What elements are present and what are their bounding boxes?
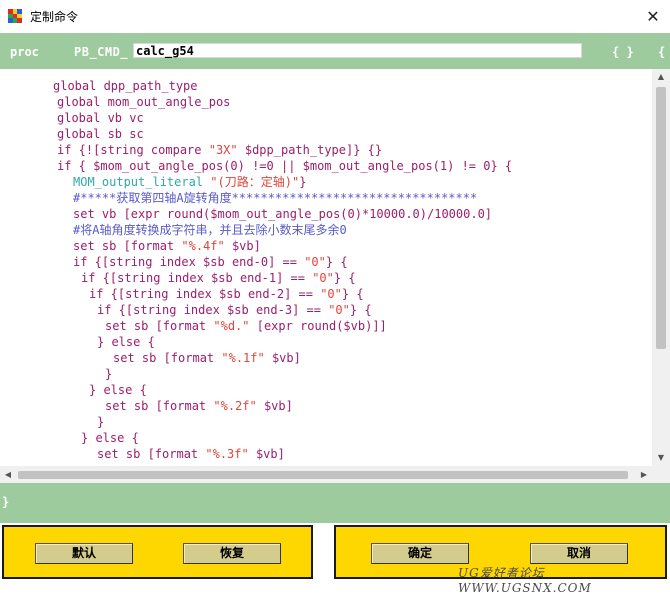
code-line[interactable]: MOM_output_literal "(刀路：定轴)"} <box>73 174 306 190</box>
code-line[interactable]: } else { <box>81 430 139 446</box>
code-token: set sb [format <box>73 239 182 253</box>
code-token: #将A轴角度转换成字符串，并且去除小数末尾多余0 <box>73 223 347 237</box>
command-name-input[interactable]: calc_g54 <box>133 43 582 58</box>
code-line[interactable]: set sb [format "%d." [expr round($vb)]] <box>105 318 387 334</box>
code-token: #*****获取第四轴A旋转角度************************… <box>73 191 478 205</box>
code-token: global sb sc <box>57 127 144 141</box>
code-token: $vb] <box>264 351 301 365</box>
code-token: global dpp_path_type <box>53 79 198 93</box>
code-token: global vb vc <box>57 111 144 125</box>
code-token: "%d." <box>213 319 250 333</box>
code-token: "%.2f" <box>213 399 257 413</box>
scrollbar-corner <box>652 466 670 483</box>
code-line[interactable]: global vb vc <box>57 110 144 126</box>
proc-body-open-brace: { <box>658 45 666 59</box>
code-token: "(刀路：定轴)" <box>210 175 300 189</box>
code-token: if {[string index $sb end-0] == <box>73 255 305 269</box>
code-line[interactable]: set sb [format "%.4f" $vb] <box>73 238 261 254</box>
proc-footer-bar: } <box>0 483 670 523</box>
code-token: } <box>299 175 307 189</box>
close-icon[interactable]: ✕ <box>636 3 670 30</box>
code-token: [expr round($vb)]] <box>249 319 387 333</box>
code-token: "%.4f" <box>181 239 225 253</box>
proc-prefix: PB_CMD_ <box>74 45 129 59</box>
code-line[interactable]: } else { <box>97 334 155 350</box>
code-line[interactable]: #将A轴角度转换成字符串，并且去除小数末尾多余0 <box>73 222 347 238</box>
scroll-right-icon[interactable]: ▶ <box>636 466 652 483</box>
code-line[interactable]: if {[string index $sb end-2] == "0"} { <box>89 286 364 302</box>
code-token: set sb [format <box>105 319 214 333</box>
scroll-left-icon[interactable]: ◀ <box>0 466 16 483</box>
cancel-button[interactable]: 取消 <box>530 543 628 564</box>
code-line[interactable]: set vb [expr round($mom_out_angle_pos(0)… <box>73 206 492 222</box>
code-line[interactable]: } <box>105 366 112 382</box>
code-token: } { <box>341 287 364 301</box>
code-token: set sb [format <box>113 351 222 365</box>
code-token: "0" <box>320 287 342 301</box>
code-line[interactable]: global sb sc <box>57 126 144 142</box>
code-token: } { <box>325 255 348 269</box>
code-token: "3X" <box>208 143 238 157</box>
code-token: "0" <box>328 303 350 317</box>
code-token: } { <box>349 303 372 317</box>
code-token: "0" <box>312 271 334 285</box>
code-line[interactable]: if {[string index $sb end-1] == "0"} { <box>81 270 356 286</box>
code-token: } else { <box>97 335 155 349</box>
code-editor[interactable]: global dpp_path_typeglobal mom_out_angle… <box>0 69 652 466</box>
code-token: $vb] <box>248 447 285 461</box>
code-line[interactable]: if {![string compare "3X" $dpp_path_type… <box>57 142 382 158</box>
code-line[interactable]: if {[string index $sb end-0] == "0"} { <box>73 254 348 270</box>
code-line[interactable]: global dpp_path_type <box>53 78 198 94</box>
ok-button[interactable]: 确定 <box>371 543 469 564</box>
code-token: global mom_out_angle_pos <box>57 95 231 109</box>
code-token: set sb [format <box>105 399 214 413</box>
code-token: "%.3f" <box>205 447 249 461</box>
default-button[interactable]: 默认 <box>35 543 133 564</box>
code-token: "%.1f" <box>221 351 265 365</box>
code-line[interactable]: set sb [format "%.1f" $vb] <box>113 350 301 366</box>
code-token: $dpp_path_type]} {} <box>237 143 383 157</box>
vertical-scroll-thumb[interactable] <box>656 87 666 349</box>
code-line[interactable]: #*****获取第四轴A旋转角度************************… <box>73 190 477 206</box>
horizontal-scrollbar[interactable]: ◀ ▶ <box>0 466 652 483</box>
horizontal-scroll-thumb[interactable] <box>18 471 628 479</box>
code-line[interactable]: if { $mom_out_angle_pos(0) !=0 || $mom_o… <box>57 158 512 174</box>
code-line[interactable]: if {[string index $sb end-3] == "0"} { <box>97 302 372 318</box>
scroll-down-icon[interactable]: ▼ <box>652 450 670 466</box>
title-bar[interactable]: 定制命令 ✕ <box>0 0 670 33</box>
code-token: set vb [expr round($mom_out_angle_pos(0)… <box>73 207 493 221</box>
proc-body-close-brace: } <box>2 495 10 509</box>
proc-header-bar: proc PB_CMD_ calc_g54 { } { <box>0 33 670 69</box>
code-line[interactable]: } else { <box>89 382 147 398</box>
code-line[interactable]: global mom_out_angle_pos <box>57 94 230 110</box>
code-token: $vb] <box>224 239 261 253</box>
code-token: $vb] <box>256 399 293 413</box>
proc-keyword: proc <box>10 45 39 59</box>
code-token: } { <box>333 271 356 285</box>
code-token: if {![string compare <box>57 143 209 157</box>
window-title: 定制命令 <box>30 10 79 24</box>
scroll-up-icon[interactable]: ▲ <box>652 69 670 85</box>
code-token: if {[string index $sb end-1] == <box>81 271 313 285</box>
code-token: if {[string index $sb end-2] == <box>89 287 321 301</box>
code-line[interactable]: set sb [format "%.3f" $vb] <box>97 446 285 462</box>
code-token: set sb [format <box>97 447 206 461</box>
code-token: "0" <box>304 255 326 269</box>
restore-button[interactable]: 恢复 <box>183 543 281 564</box>
code-token: if { $mom_out_angle_pos(0) !=0 || $mom_o… <box>57 159 513 173</box>
code-line[interactable]: } <box>97 414 104 430</box>
code-token: MOM_output_literal <box>73 175 211 189</box>
proc-args-braces: { } <box>612 45 634 59</box>
left-button-panel: 默认 恢复 <box>2 525 313 579</box>
app-grid-icon <box>8 9 22 23</box>
watermark: UG爱好者论坛 WWW.UGSNX.COM <box>458 566 592 595</box>
vertical-scrollbar[interactable]: ▲ ▼ <box>652 69 670 466</box>
code-token: } <box>97 415 105 429</box>
code-token: } <box>105 367 113 381</box>
code-token: if {[string index $sb end-3] == <box>97 303 329 317</box>
code-token: } else { <box>81 431 139 445</box>
code-line[interactable]: set sb [format "%.2f" $vb] <box>105 398 293 414</box>
code-token: } else { <box>89 383 147 397</box>
